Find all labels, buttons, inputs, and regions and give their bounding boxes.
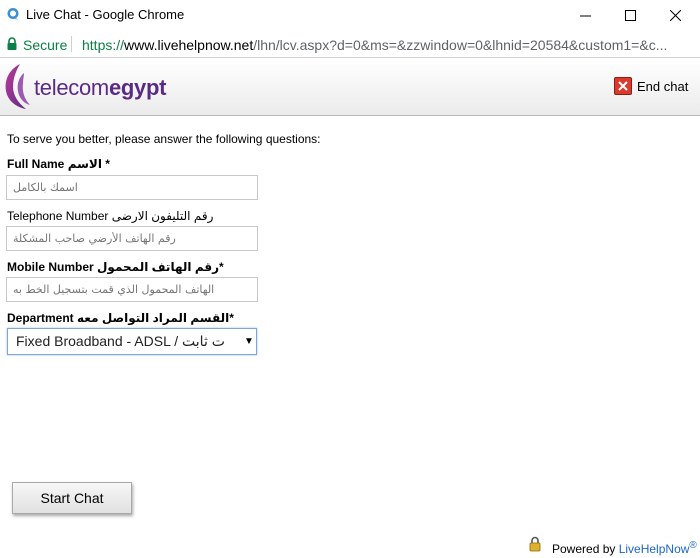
department-select[interactable]: Fixed Broadband - ADSL / ت ثابت ▼	[7, 328, 257, 355]
start-chat-button[interactable]: Start Chat	[12, 482, 132, 514]
department-selected-value: Fixed Broadband - ADSL / ت ثابت	[16, 333, 225, 349]
address-separator	[71, 36, 72, 52]
mobile-label: Mobile Number رقم الهاتف المحمول*	[7, 260, 224, 274]
end-chat-close-icon	[614, 77, 632, 95]
lock-icon	[7, 37, 17, 50]
secure-label: Secure	[23, 37, 68, 53]
window-title: Live Chat - Google Chrome	[26, 7, 185, 22]
full-name-label: Full Name الاسم *	[7, 157, 110, 171]
maximize-icon	[624, 9, 636, 21]
telephone-input[interactable]	[6, 226, 258, 251]
maximize-button[interactable]	[607, 0, 653, 30]
livehelpnow-link[interactable]: LiveHelpNow®	[618, 540, 697, 556]
powered-by-text: Powered by LiveHelpNow®	[552, 540, 697, 556]
mobile-input[interactable]	[6, 277, 258, 302]
department-label: Department القسم المراد التواصل معه*	[7, 311, 234, 325]
close-button[interactable]	[652, 0, 698, 30]
address-bar[interactable]: Secure https://www.livehelpnow.net/lhn/l…	[0, 30, 700, 58]
telecom-egypt-logo-text: telecomegypt	[34, 75, 166, 101]
logo-text-bold: egypt	[108, 75, 167, 100]
url-text[interactable]: https://www.livehelpnow.net/lhn/lcv.aspx…	[82, 37, 694, 53]
url-scheme: https://	[82, 37, 125, 53]
footer-lock-icon	[529, 536, 541, 552]
url-host: www.livehelpnow.net	[124, 37, 254, 53]
powered-by-prefix: Powered by	[552, 542, 619, 556]
minimize-button[interactable]	[562, 0, 608, 30]
logo-text-light: telecom	[34, 75, 109, 100]
form-intro-text: To serve you better, please answer the f…	[7, 132, 321, 146]
url-path: /lhn/lcv.aspx?d=0&ms=&zzwindow=0&lhnid=2…	[253, 37, 668, 53]
full-name-input[interactable]	[6, 175, 258, 200]
telecom-egypt-logo-icon	[5, 64, 30, 109]
window-titlebar: Live Chat - Google Chrome	[0, 0, 700, 30]
livehelpnow-link-text: LiveHelpNow	[618, 542, 690, 556]
telephone-label: Telephone Number رقم التليفون الارضى	[7, 209, 214, 223]
chat-header: telecomegypt End chat	[0, 59, 700, 116]
end-chat-label: End chat	[637, 78, 689, 94]
close-icon	[669, 9, 681, 21]
minimize-icon	[579, 15, 591, 16]
dropdown-arrow-icon: ▼	[244, 336, 254, 347]
registered-mark: ®	[689, 540, 697, 551]
livehelpnow-favicon-icon	[7, 8, 19, 20]
end-chat-button[interactable]: End chat	[614, 77, 688, 95]
